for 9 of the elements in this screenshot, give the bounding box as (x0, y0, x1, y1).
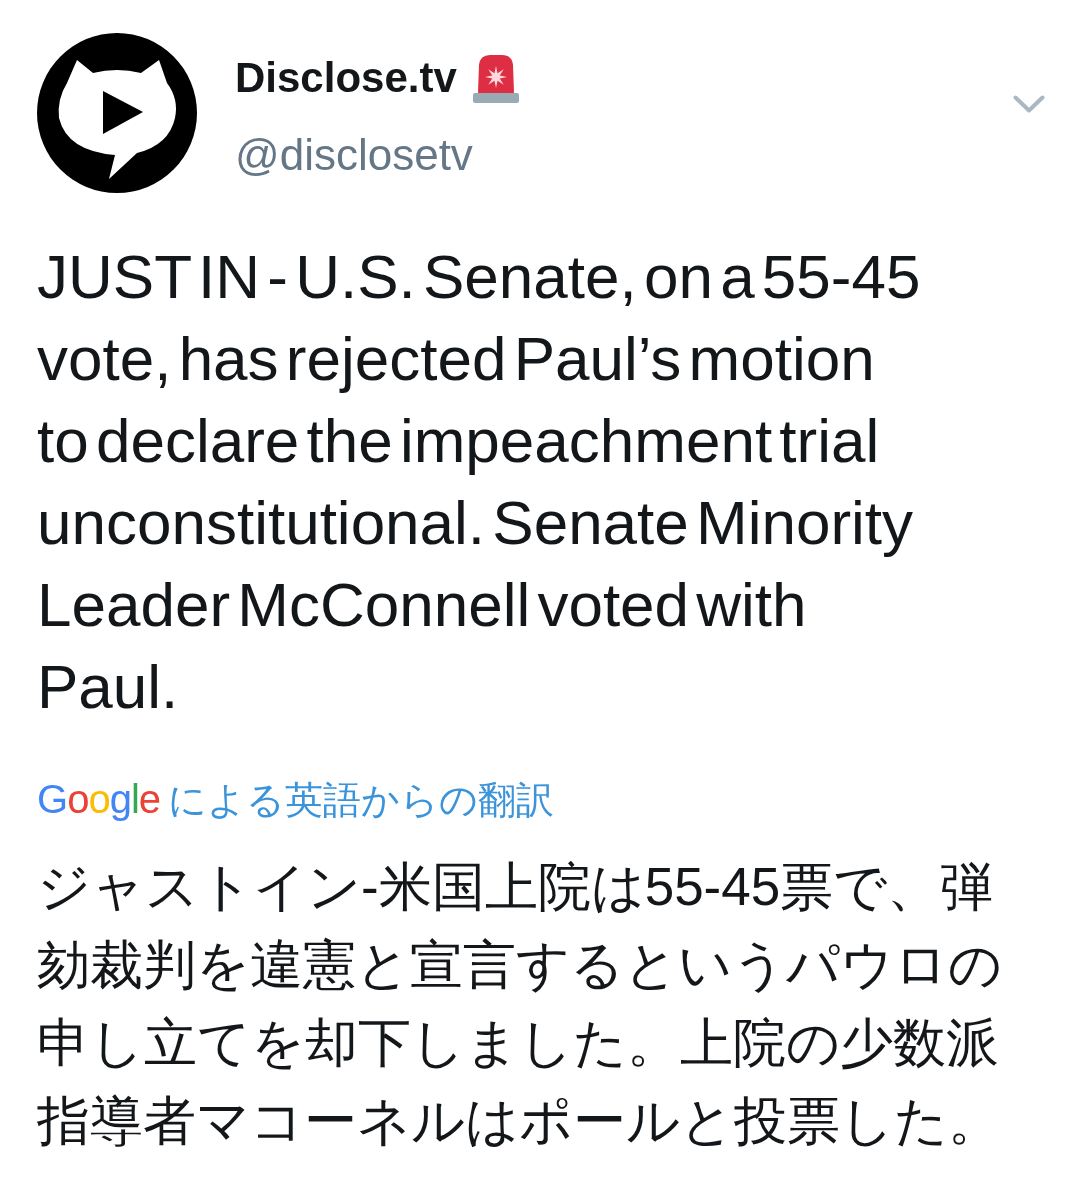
translated-text: ジャストイン-米国上院は55-45票で、弾劾裁判を違憲と宣言するというパウロの申し立てを却下しました。上院の少数派指導者マコーネルはポールと投票した。 (37, 856, 1003, 1152)
account-handle: @disclosetv (235, 129, 474, 181)
tweet-text: JUST IN - U.S. Senate, on a 55-45 vote, has rejected Paul’s motion to declare the impeachment trial unconstitutional. Senate Minority Leader McConnell voted with Paul. (37, 241, 922, 723)
siren-icon (472, 53, 519, 103)
account-name: Disclose.tv (235, 53, 457, 103)
chevron-down-icon (1013, 95, 1045, 115)
google-wordmark: Google (37, 776, 160, 823)
translation-label: による英語からの翻訳 (168, 778, 554, 823)
avatar-logo[interactable] (37, 33, 197, 193)
